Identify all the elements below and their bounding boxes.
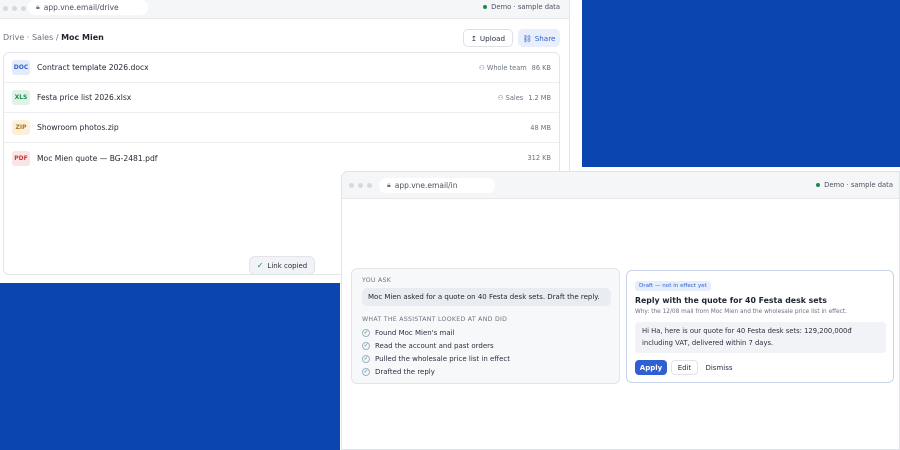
step-text: Found Moc Mien's mail — [375, 328, 455, 337]
close-dot[interactable] — [349, 183, 354, 188]
activity-steps: ✓ Found Moc Mien's mail ✓ Read the accou… — [362, 326, 510, 378]
file-row[interactable]: PDF Moc Mien quote — BG-2481.pdf 312 KB — [4, 143, 559, 173]
checkmark-icon: ✓ — [256, 261, 264, 270]
breadcrumb-sep: / — [55, 33, 59, 42]
background-blue-left — [0, 283, 340, 450]
draft-status-badge: Draft — not in effect yet — [635, 281, 711, 291]
close-dot[interactable] — [3, 6, 8, 11]
zip-file-icon: ZIP — [12, 120, 30, 135]
file-size: 1.2 MB — [528, 93, 551, 102]
check-icon: ✓ — [362, 328, 370, 337]
demo-label: Demo · sample data — [824, 181, 893, 189]
link-icon: ⛓︎ — [522, 33, 532, 43]
minimize-dot[interactable] — [358, 183, 363, 188]
url-text: app.vne.email/in — [394, 181, 458, 190]
toast-notification: ✓ Link copied — [249, 256, 315, 275]
file-row[interactable]: XLS Festa price list 2026.xlsx ⚇ Sales 1… — [4, 83, 559, 113]
browser-chrome: 🔒︎ app.vne.email/drive Demo · sample dat… — [0, 0, 569, 19]
dismiss-button[interactable]: Dismiss — [702, 360, 736, 375]
file-meta: 312 KB — [527, 154, 551, 162]
draft-card: Draft — not in effect yet Reply with the… — [626, 270, 894, 383]
url-text: app.vne.email/drive — [43, 3, 119, 12]
status-dot-icon — [816, 183, 821, 187]
check-icon: ✓ — [362, 341, 370, 350]
draft-title: Reply with the quote for 40 Festa desk s… — [635, 296, 827, 305]
shared-with: ⚇ Whole team — [478, 63, 527, 72]
activity-step: ✓ Read the account and past orders — [362, 339, 510, 352]
breadcrumb-root[interactable]: Drive — [3, 33, 24, 42]
file-row[interactable]: ZIP Showroom photos.zip 48 MB — [4, 113, 559, 143]
activity-step: ✓ Pulled the wholesale price list in eff… — [362, 352, 510, 365]
step-text: Read the account and past orders — [375, 341, 494, 350]
address-bar[interactable]: 🔒︎ app.vne.email/in — [379, 178, 495, 193]
address-bar[interactable]: 🔒︎ app.vne.email/drive — [28, 0, 148, 15]
file-row[interactable]: DOC Contract template 2026.docx ⚇ Whole … — [4, 53, 559, 83]
share-button[interactable]: ⛓︎ Share — [518, 29, 560, 47]
file-name: Contract template 2026.docx — [37, 63, 149, 72]
breadcrumb-folder[interactable]: Sales — [32, 33, 53, 42]
step-text: Pulled the wholesale price list in effec… — [375, 354, 511, 363]
activity-step: ✓ Drafted the reply — [362, 365, 510, 378]
file-name: Moc Mien quote — BG-2481.pdf — [37, 153, 158, 163]
file-size: 312 KB — [527, 154, 551, 162]
background-blue-right — [582, 0, 900, 167]
upload-button[interactable]: ↥ Upload — [463, 29, 513, 47]
check-icon: ✓ — [362, 367, 370, 376]
window-controls — [3, 6, 26, 11]
step-text: Drafted the reply — [375, 367, 435, 376]
share-label: Share — [534, 33, 556, 43]
ask-bubble: Moc Mien asked for a quote on 40 Festa d… — [362, 288, 611, 306]
file-meta: ⚇ Whole team 86 KB — [479, 64, 551, 72]
breadcrumb: Drive · Sales / Moc Mien — [3, 33, 104, 42]
draft-body: Hi Ha, here is our quote for 40 Festa de… — [635, 322, 886, 353]
activity-step: ✓ Found Moc Mien's mail — [362, 326, 510, 339]
draft-reason: Why: the 12/08 mail from Moc Mien and th… — [635, 309, 848, 315]
doc-file-icon: DOC — [12, 60, 30, 75]
edit-button[interactable]: Edit — [671, 360, 698, 375]
file-name: Festa price list 2026.xlsx — [37, 93, 132, 102]
upload-icon: ↥ — [470, 33, 477, 43]
demo-indicator: Demo · sample data — [816, 181, 893, 189]
file-meta: 48 MB — [530, 124, 551, 132]
file-meta: ⚇ Sales 1.2 MB — [498, 94, 551, 102]
request-panel: YOU ASK Moc Mien asked for a quote on 40… — [351, 268, 620, 384]
file-size: 48 MB — [530, 123, 551, 132]
window-controls — [349, 183, 372, 188]
activity-label: WHAT THE ASSISTANT LOOKED AT AND DID — [362, 316, 508, 323]
browser-chrome: 🔒︎ app.vne.email/in Demo · sample data — [342, 172, 899, 199]
upload-label: Upload — [479, 33, 506, 43]
pdf-file-icon: PDF — [12, 150, 30, 166]
file-size: 86 KB — [531, 63, 551, 72]
check-icon: ✓ — [362, 354, 370, 363]
maximize-dot[interactable] — [21, 6, 26, 11]
lock-icon: 🔒︎ — [387, 181, 391, 189]
demo-indicator: Demo · sample data — [483, 3, 560, 11]
assistant-window: 🔒︎ app.vne.email/in Demo · sample data Y… — [341, 171, 900, 450]
file-name: Showroom photos.zip — [37, 123, 119, 132]
lock-icon: 🔒︎ — [36, 3, 40, 11]
apply-button[interactable]: Apply — [635, 360, 667, 375]
status-dot-icon — [483, 5, 488, 9]
you-ask-label: YOU ASK — [362, 277, 392, 284]
breadcrumb-current: Moc Mien — [61, 33, 104, 42]
maximize-dot[interactable] — [367, 183, 372, 188]
toast-text: Link copied — [267, 261, 308, 270]
breadcrumb-sep: · — [26, 33, 30, 42]
minimize-dot[interactable] — [12, 6, 17, 11]
shared-with: ⚇ Sales — [497, 93, 524, 102]
demo-label: Demo · sample data — [491, 3, 560, 11]
spreadsheet-file-icon: XLS — [12, 90, 30, 105]
